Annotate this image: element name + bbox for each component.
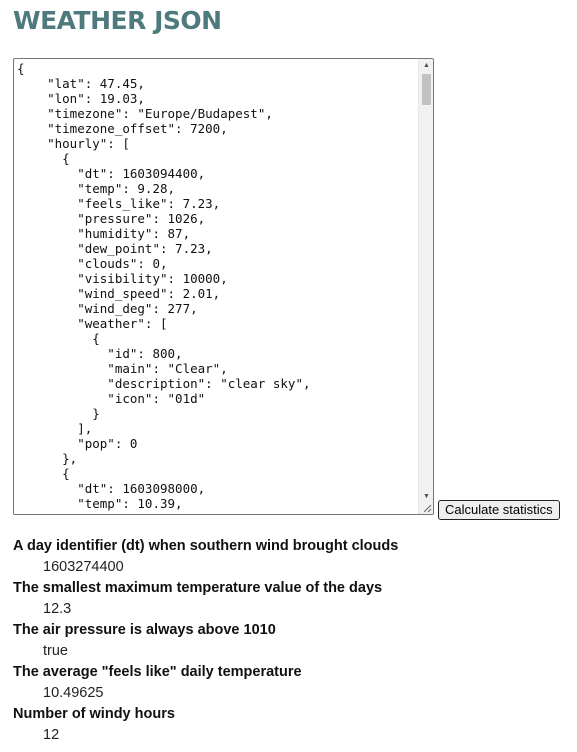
json-textarea[interactable]: { "lat": 47.45, "lon": 19.03, "timezone"… — [13, 58, 434, 515]
vertical-scrollbar[interactable]: ▲ ▼ — [418, 59, 433, 514]
stat-label-average-feels-like: The average "feels like" daily temperatu… — [13, 664, 302, 680]
page-title: WEATHER JSON — [13, 6, 222, 35]
stat-value-pressure-above: true — [43, 643, 68, 659]
stat-value-southern-wind-day: 1603274400 — [43, 559, 124, 575]
scrollbar-thumb[interactable] — [422, 74, 431, 105]
stat-label-windy-hours: Number of windy hours — [13, 706, 175, 722]
stat-value-windy-hours: 12 — [43, 727, 60, 743]
calculate-statistics-button[interactable]: Calculate statistics — [438, 500, 560, 520]
stat-label-smallest-max-temp: The smallest maximum temperature value o… — [13, 580, 383, 596]
stat-label-southern-wind-day: A day identifier (dt) when southern wind… — [13, 538, 399, 554]
json-content[interactable]: { "lat": 47.45, "lon": 19.03, "timezone"… — [17, 61, 311, 511]
stat-value-smallest-max-temp: 12.3 — [43, 601, 72, 617]
arrow-down-icon[interactable]: ▼ — [419, 490, 433, 504]
stat-value-average-feels-like: 10.49625 — [43, 685, 104, 701]
stat-label-pressure-above: The air pressure is always above 1010 — [13, 622, 276, 638]
statistics-results: A day identifier (dt) when southern wind… — [13, 536, 553, 746]
arrow-up-icon[interactable]: ▲ — [419, 59, 433, 73]
resize-grip-icon[interactable] — [423, 504, 432, 513]
